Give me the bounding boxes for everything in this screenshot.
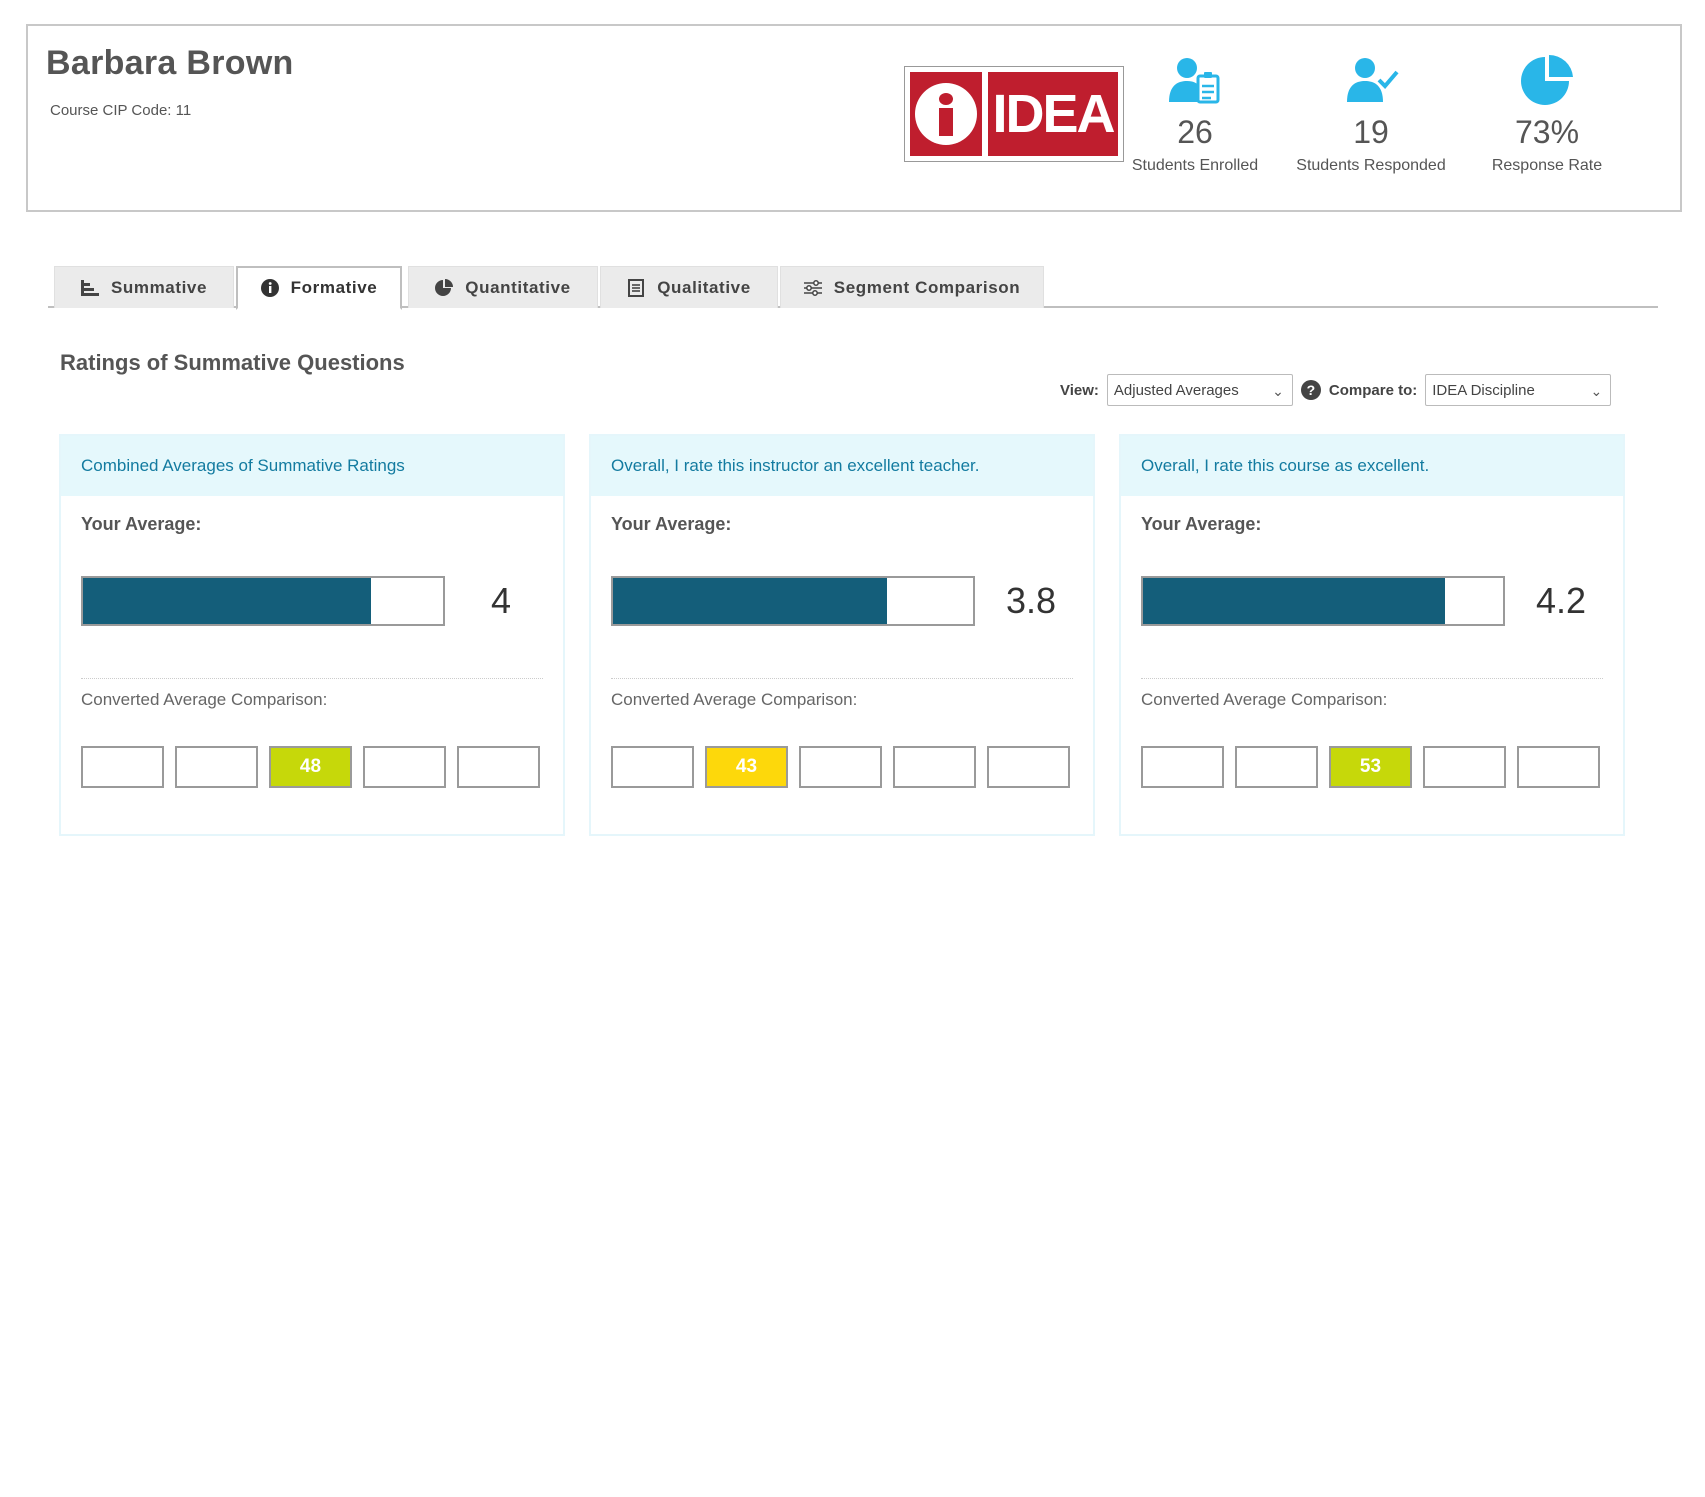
section-title: Ratings of Summative Questions: [60, 350, 405, 375]
sliders-icon: [803, 279, 822, 297]
rating-card: Overall, I rate this instructor an excel…: [589, 434, 1095, 836]
tab-segment-comparison[interactable]: Segment Comparison: [780, 266, 1044, 308]
card-title: Overall, I rate this instructor an excel…: [591, 436, 1093, 496]
card-title: Overall, I rate this course as excellent…: [1121, 436, 1623, 496]
tab-label: Summative: [110, 277, 208, 297]
your-average-label: Your Average:: [81, 514, 202, 534]
divider: [1141, 678, 1603, 679]
header-card: Barbara Brown Course CIP Code: 11 IDEA 2…: [26, 24, 1682, 212]
comparison-boxes: 53: [1141, 746, 1600, 788]
tab-qualitative[interactable]: Qualitative: [600, 266, 778, 308]
stat-value: 73%: [1514, 114, 1580, 150]
user-clipboard-icon: [1110, 54, 1280, 108]
stat-label: Response Rate: [1491, 157, 1603, 174]
tab-label: Segment Comparison: [833, 277, 1021, 297]
view-select[interactable]: Adjusted Averages ⌄: [1106, 374, 1293, 406]
user-check-icon: [1286, 54, 1456, 108]
comparison-box: 48: [269, 746, 352, 788]
chevron-down-icon: ⌄: [1272, 383, 1284, 399]
comparison-box: [1423, 746, 1506, 788]
your-average-label: Your Average:: [611, 514, 732, 534]
bar-chart-icon: [80, 279, 99, 297]
comparison-box: [175, 746, 258, 788]
chevron-down-icon: ⌄: [1590, 383, 1603, 399]
tab-label: Quantitative: [465, 277, 571, 297]
tab-quantitative[interactable]: Quantitative: [408, 266, 598, 308]
divider: [611, 678, 1073, 679]
compare-select[interactable]: IDEA Discipline ⌄: [1425, 374, 1612, 406]
stat-value: 19: [1353, 114, 1389, 150]
document-icon: [627, 278, 645, 297]
tab-label: Qualitative: [657, 277, 751, 297]
average-value: 4.2: [1535, 580, 1587, 621]
comparison-box: [457, 746, 540, 788]
stat-value: 26: [1177, 114, 1213, 150]
comparison-label: Converted Average Comparison:: [611, 690, 858, 709]
comparison-box: [893, 746, 976, 788]
comparison-box: [611, 746, 694, 788]
average-bar-fill: [613, 578, 887, 624]
info-icon: [260, 279, 279, 297]
pie-chart-icon: [435, 278, 454, 297]
view-label: View:: [1060, 381, 1099, 399]
pie-chart-icon: [1462, 54, 1632, 108]
card-title: Combined Averages of Summative Ratings: [61, 436, 563, 496]
average-value: 4: [490, 580, 512, 621]
idea-logo: IDEA: [904, 66, 1124, 162]
average-bar: [81, 576, 445, 626]
comparison-label: Converted Average Comparison:: [1141, 690, 1388, 709]
stat-label: Students Responded: [1296, 157, 1446, 174]
comparison-box: [1235, 746, 1318, 788]
comparison-box: [1517, 746, 1600, 788]
idea-logo-text: IDEA: [988, 72, 1118, 156]
instructor-name: Barbara Brown: [46, 44, 294, 82]
help-icon[interactable]: ?: [1300, 380, 1321, 400]
rating-card: Overall, I rate this course as excellent…: [1119, 434, 1625, 836]
comparison-boxes: 43: [611, 746, 1070, 788]
divider: [81, 678, 543, 679]
course-cip-code: Course CIP Code: 11: [50, 102, 192, 119]
average-bar-fill: [83, 578, 371, 624]
average-bar: [611, 576, 975, 626]
average-bar-fill: [1143, 578, 1446, 624]
comparison-label: Converted Average Comparison:: [81, 690, 328, 709]
comparison-box: 53: [1329, 746, 1412, 788]
comparison-box: [363, 746, 446, 788]
stat-label: Students Enrolled: [1131, 157, 1259, 174]
stat-response-rate: 73% Response Rate: [1462, 54, 1632, 175]
report-tabs: Summative Formative Quantitative Qualita…: [48, 266, 1658, 310]
stat-students-enrolled: 26 Students Enrolled: [1110, 54, 1280, 175]
stat-students-responded: 19 Students Responded: [1286, 54, 1456, 175]
tab-label: Formative: [290, 278, 378, 297]
comparison-box: [987, 746, 1070, 788]
tab-formative[interactable]: Formative: [236, 266, 402, 310]
average-bar: [1141, 576, 1505, 626]
compare-label: Compare to:: [1328, 381, 1418, 399]
your-average-label: Your Average:: [1141, 514, 1262, 534]
compare-select-value: IDEA Discipline: [1432, 381, 1535, 399]
average-value: 3.8: [1005, 580, 1057, 621]
comparison-box: [1141, 746, 1224, 788]
view-controls: View: Adjusted Averages ⌄ ? Compare to: …: [1060, 374, 1612, 406]
comparison-box: 43: [705, 746, 788, 788]
comparison-box: [81, 746, 164, 788]
tab-summative[interactable]: Summative: [54, 266, 234, 308]
rating-card: Combined Averages of Summative Ratings Y…: [59, 434, 565, 836]
comparison-box: [799, 746, 882, 788]
idea-logo-i-mark: [910, 72, 982, 156]
view-select-value: Adjusted Averages: [1113, 381, 1239, 399]
comparison-boxes: 48: [81, 746, 540, 788]
